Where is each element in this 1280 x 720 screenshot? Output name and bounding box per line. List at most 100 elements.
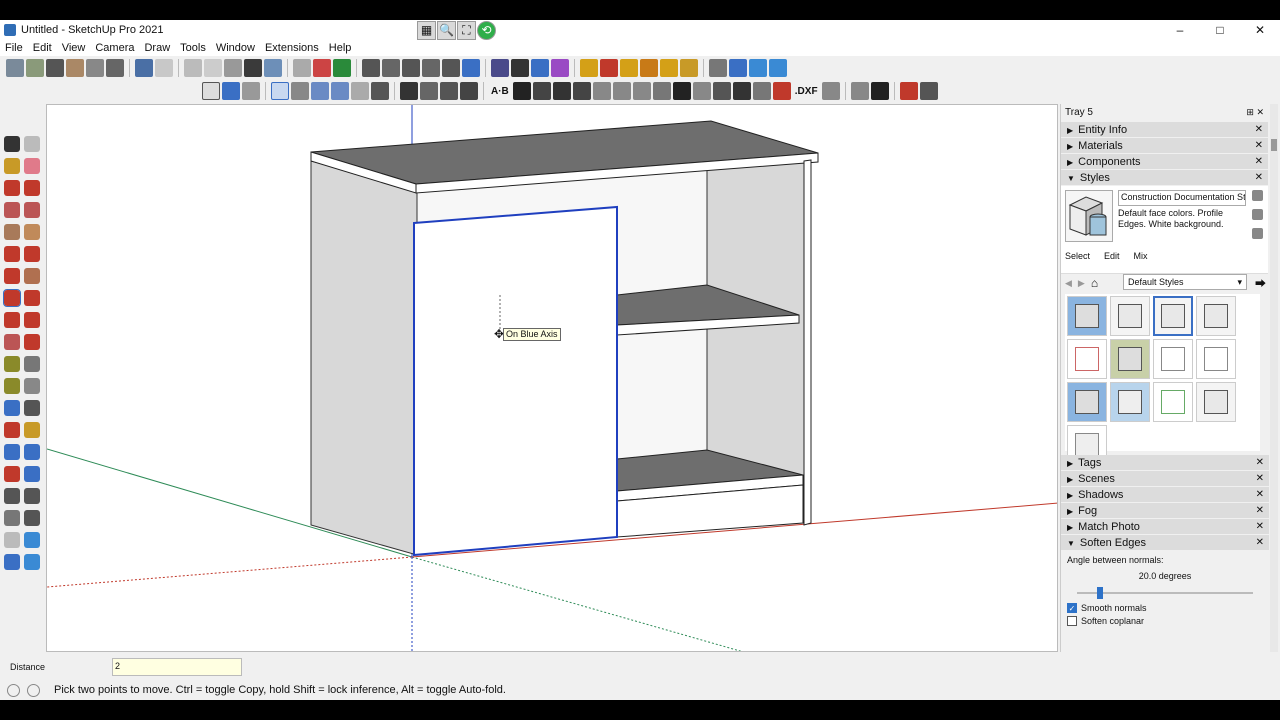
tape-measure-icon[interactable]	[4, 356, 20, 372]
extension-4-icon[interactable]	[640, 59, 658, 77]
style-thumb[interactable]	[1067, 382, 1107, 422]
close-icon[interactable]: ✕	[1256, 535, 1264, 551]
checkbox-unchecked[interactable]	[1067, 616, 1077, 626]
rectangle-tool-icon[interactable]	[4, 202, 20, 218]
rectangle-icon[interactable]	[732, 82, 751, 100]
pointer-icon[interactable]	[532, 82, 551, 100]
geo-location-icon[interactable]	[7, 683, 20, 697]
play-icon[interactable]	[333, 59, 351, 77]
cabinet-door-selected[interactable]	[413, 205, 618, 557]
style-thumb[interactable]	[1067, 339, 1107, 379]
close-icon[interactable]: ✕	[1255, 170, 1263, 186]
printer-icon[interactable]	[821, 82, 840, 100]
menu-edit[interactable]: Edit	[28, 40, 57, 56]
rotate-tool-icon[interactable]	[4, 312, 20, 328]
distribute-icon[interactable]	[331, 82, 349, 100]
tag-icon[interactable]	[512, 82, 531, 100]
panel-shadows[interactable]: ▶ Shadows ✕	[1061, 487, 1269, 503]
two-point-arc-icon[interactable]	[24, 246, 40, 262]
style-thumb[interactable]	[1153, 339, 1193, 379]
smooth-normals-checkbox[interactable]: ✓ Smooth normals	[1067, 603, 1263, 613]
settings-gear-icon[interactable]	[672, 82, 691, 100]
style-thumb[interactable]	[1067, 296, 1107, 336]
back-edges-icon[interactable]	[264, 59, 282, 77]
panel-match-photo[interactable]: ▶ Match Photo ✕	[1061, 519, 1269, 535]
extension-icon[interactable]	[106, 59, 124, 77]
text-icon[interactable]	[24, 378, 40, 394]
panel-scenes[interactable]: ▶ Scenes ✕	[1061, 471, 1269, 487]
extension-2-icon[interactable]	[600, 59, 618, 77]
extension-1-icon[interactable]	[580, 59, 598, 77]
snap-icon[interactable]	[291, 82, 309, 100]
move-cross-icon[interactable]	[709, 59, 727, 77]
dimension-tool-icon[interactable]	[24, 356, 40, 372]
three-point-arc-icon[interactable]	[4, 268, 20, 284]
menu-view[interactable]: View	[57, 40, 91, 56]
close-icon[interactable]: ✕	[1256, 455, 1264, 471]
close-icon[interactable]: ✕	[1256, 503, 1264, 519]
forward-icon[interactable]: ▶	[1078, 278, 1085, 289]
style-thumb[interactable]	[1110, 296, 1150, 336]
zoom-icon[interactable]	[4, 444, 20, 460]
extension-3-icon[interactable]	[620, 59, 638, 77]
rotate-icon[interactable]	[572, 82, 591, 100]
pie-icon[interactable]	[24, 268, 40, 284]
front-view-icon[interactable]	[402, 59, 420, 77]
components-icon[interactable]	[26, 59, 44, 77]
scale-icon[interactable]	[440, 82, 458, 100]
lock-icon[interactable]	[511, 59, 529, 77]
follow-me-icon[interactable]	[24, 312, 40, 328]
layers-icon[interactable]	[850, 82, 869, 100]
style-name-field[interactable]: Construction Documentation Styl	[1118, 190, 1246, 206]
xray-icon[interactable]	[135, 59, 153, 77]
axes-icon[interactable]	[222, 82, 240, 100]
create-style-icon[interactable]	[1252, 209, 1263, 220]
details-menu-icon[interactable]: ⮕	[1255, 275, 1266, 291]
walk-tool-icon[interactable]	[4, 510, 20, 526]
previous-view-icon[interactable]	[24, 466, 40, 482]
offset-icon[interactable]	[24, 334, 40, 350]
ocl-icon[interactable]	[400, 82, 418, 100]
tray-scrollbar[interactable]	[1270, 104, 1278, 652]
joint-3-icon[interactable]	[632, 82, 651, 100]
section-plane-icon[interactable]	[491, 59, 509, 77]
clock-icon[interactable]: ⟲	[477, 21, 496, 40]
ab-distance-button[interactable]: A·B	[489, 86, 511, 97]
style-thumb[interactable]	[1110, 382, 1150, 422]
dxf-export-button[interactable]: .DXF	[793, 86, 820, 97]
position-camera-icon[interactable]	[729, 59, 747, 77]
house-outline-icon[interactable]	[86, 59, 104, 77]
back-view-icon[interactable]	[442, 59, 460, 77]
home-icon[interactable]: ⌂	[1091, 276, 1098, 290]
style-collection-select[interactable]: Default Styles ▾	[1123, 274, 1247, 290]
rotated-rectangle-icon[interactable]	[24, 202, 40, 218]
line-icon[interactable]	[4, 180, 20, 196]
axes-tool-icon[interactable]	[4, 400, 20, 416]
position-camera-tool-icon[interactable]	[4, 488, 20, 504]
tab-mix[interactable]: Mix	[1134, 251, 1148, 261]
zoom-window-icon[interactable]	[24, 444, 40, 460]
push-pull-icon[interactable]	[24, 290, 40, 306]
right-view-icon[interactable]	[422, 59, 440, 77]
generate-report-icon[interactable]	[313, 59, 331, 77]
box-icon[interactable]	[202, 82, 220, 100]
menu-tools[interactable]: Tools	[175, 40, 211, 56]
scale-tool-icon[interactable]	[4, 334, 20, 350]
arc-icon[interactable]	[4, 246, 20, 262]
panel-fog[interactable]: ▶ Fog ✕	[1061, 503, 1269, 519]
move-icon[interactable]	[3, 289, 21, 307]
flip-icon[interactable]	[552, 82, 571, 100]
top-view-icon[interactable]	[382, 59, 400, 77]
fold-icon[interactable]	[420, 82, 438, 100]
close-icon[interactable]: ✕	[1256, 471, 1264, 487]
update-style-icon[interactable]	[1252, 228, 1263, 239]
menu-file[interactable]: File	[0, 40, 28, 56]
hidden-line-icon[interactable]	[184, 59, 202, 77]
iso-view-icon[interactable]	[362, 59, 380, 77]
pan-icon[interactable]	[24, 422, 40, 438]
checkbox-checked[interactable]: ✓	[1067, 603, 1077, 613]
component-icon[interactable]	[24, 136, 40, 152]
section-plane-tool-icon[interactable]	[24, 510, 40, 526]
panel-icon[interactable]	[652, 82, 671, 100]
slider-thumb[interactable]	[1097, 587, 1104, 599]
